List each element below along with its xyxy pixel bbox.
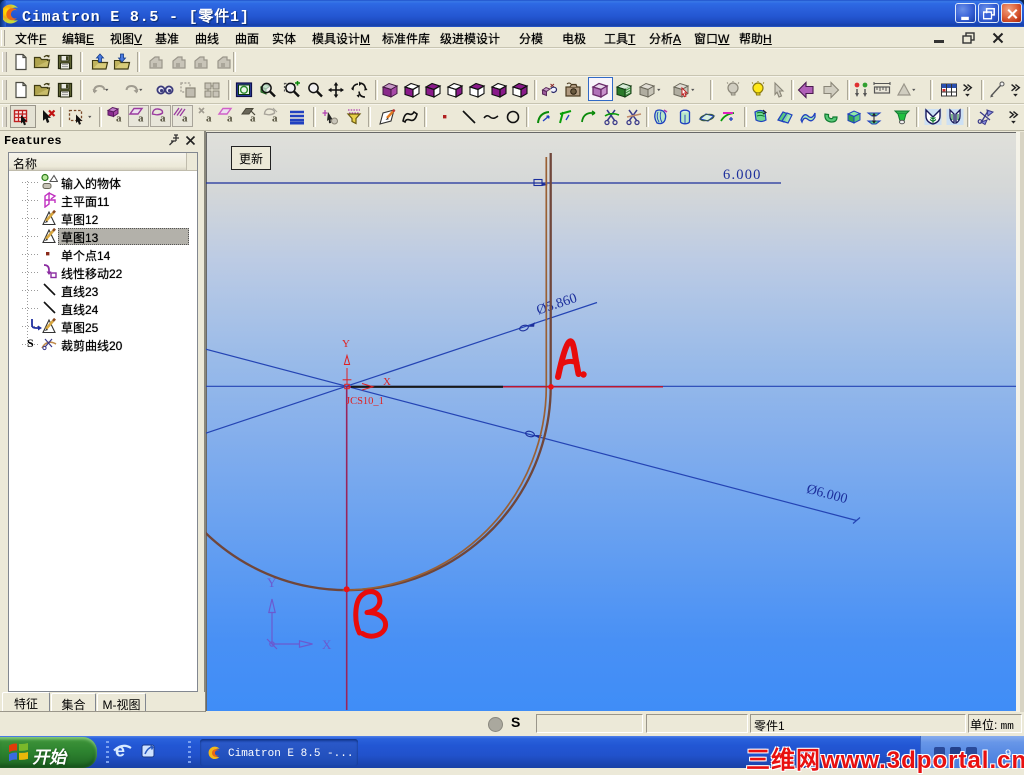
svg-text:e: e — [115, 741, 125, 760]
svg-text:a: a — [227, 113, 233, 125]
svg-text:X: X — [383, 376, 391, 388]
svg-text:a: a — [182, 113, 188, 125]
svg-text:a: a — [206, 113, 212, 125]
svg-text:a: a — [116, 113, 122, 125]
svg-text:JCS10_1: JCS10_1 — [346, 396, 384, 407]
svg-text:X: X — [322, 637, 332, 652]
svg-text:a: a — [138, 113, 144, 125]
svg-text:a: a — [160, 113, 166, 125]
svg-text:6.000: 6.000 — [723, 167, 762, 183]
svg-text:Ø6.000: Ø6.000 — [805, 482, 849, 507]
svg-text:Y: Y — [342, 338, 350, 350]
svg-text:Y: Y — [267, 575, 277, 590]
svg-text:a: a — [272, 113, 278, 125]
svg-text:a: a — [250, 113, 256, 125]
svg-text:Ø5.860: Ø5.860 — [535, 291, 579, 318]
